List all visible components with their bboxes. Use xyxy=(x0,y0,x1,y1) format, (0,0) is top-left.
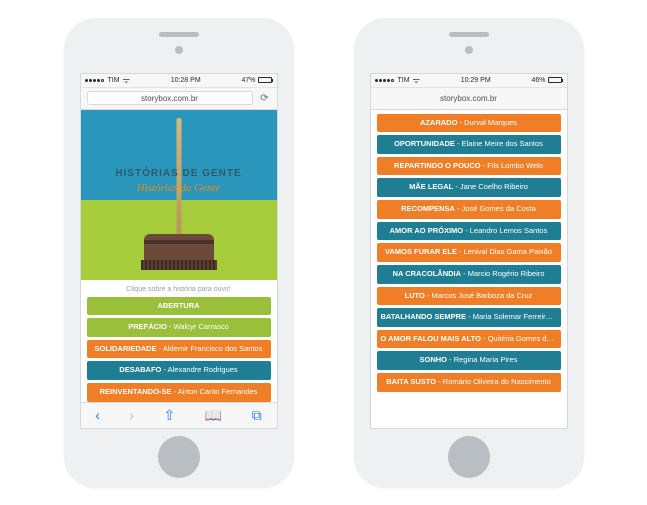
story-item[interactable]: AZARADO - Durval Marques xyxy=(377,114,561,133)
clock-label: 10:29 PM xyxy=(461,77,491,84)
battery-pct-label: 46% xyxy=(531,77,545,84)
reload-icon[interactable]: ⟳ xyxy=(259,93,271,104)
hero-illustration: HISTÓRIAS DE GENTE Histórias da Gente xyxy=(81,110,277,280)
signal-icon xyxy=(85,77,105,84)
home-button[interactable] xyxy=(448,436,490,478)
back-icon[interactable]: ‹ xyxy=(95,407,100,423)
battery-icon xyxy=(548,77,562,83)
story-item[interactable]: BATALHANDO SEMPRE - Maria Solemar Ferrei… xyxy=(377,308,561,327)
story-item[interactable]: OPORTUNIDADE - Elaine Meire dos Santos xyxy=(377,135,561,154)
page-content: HISTÓRIAS DE GENTE Histórias da Gente Cl… xyxy=(81,110,277,402)
home-button[interactable] xyxy=(158,436,200,478)
signal-icon xyxy=(375,77,395,84)
story-list: ABERTURA PREFÁCIO - Walcyr Carrasco SOLIDA… xyxy=(81,297,277,402)
screen-left: TIM ᯤ 10:28 PM 47% storybox.com.br ⟳ HIS… xyxy=(80,73,278,429)
tabs-icon[interactable]: ⧉ xyxy=(252,407,262,424)
story-item[interactable]: MÃE LEGAL - Jane Coelho Ribeiro xyxy=(377,178,561,197)
phone-right: TIM ᯤ 10:29 PM 46% storybox.com.br AZARA… xyxy=(354,18,584,488)
clock-label: 10:28 PM xyxy=(171,77,201,84)
story-item[interactable]: NA CRACOLÂNDIA - Marcio Rogério Ribeiro xyxy=(377,265,561,284)
story-item[interactable]: BAITA SUSTO - Romário Oliveira do Nascim… xyxy=(377,373,561,392)
story-item[interactable]: SOLIDARIEDADE - Aldemir Francisco dos Sa… xyxy=(87,340,271,359)
page-content: AZARADO - Durval Marques OPORTUNIDADE - E… xyxy=(371,110,567,428)
phone-left: TIM ᯤ 10:28 PM 47% storybox.com.br ⟳ HIS… xyxy=(64,18,294,488)
battery-icon xyxy=(258,77,272,83)
story-item[interactable]: O AMOR FALOU MAIS ALTO - Quitéria Gomes … xyxy=(377,330,561,349)
wifi-icon: ᯤ xyxy=(123,75,130,86)
story-item[interactable]: VAMOS FURAR ELE - Lenival Dias Gama Paix… xyxy=(377,243,561,262)
phone-camera xyxy=(465,46,473,54)
story-item[interactable]: ABERTURA xyxy=(87,297,271,316)
status-bar: TIM ᯤ 10:28 PM 47% xyxy=(81,74,277,88)
url-text: storybox.com.br xyxy=(440,94,497,103)
story-item[interactable]: DESABAFO - Alexandre Rodrigues xyxy=(87,361,271,380)
safari-tabbar: ‹ › ⇧ 📖 ⧉ xyxy=(81,402,277,428)
phone-camera xyxy=(175,46,183,54)
carrier-label: TIM xyxy=(398,77,410,84)
screen-right: TIM ᯤ 10:29 PM 46% storybox.com.br AZARA… xyxy=(370,73,568,429)
hero-title-2: Histórias da Gente xyxy=(81,182,277,194)
share-icon[interactable]: ⇧ xyxy=(164,407,176,424)
wifi-icon: ᯤ xyxy=(413,75,420,86)
phone-speaker xyxy=(159,32,199,37)
story-item[interactable]: RECOMPENSA - José Gomes da Costa xyxy=(377,200,561,219)
url-text: storybox.com.br xyxy=(141,94,198,103)
url-field[interactable]: storybox.com.br xyxy=(87,91,253,105)
bookmarks-icon[interactable]: 📖 xyxy=(205,407,222,424)
hero-title-1: HISTÓRIAS DE GENTE xyxy=(81,168,277,179)
story-list: AZARADO - Durval Marques OPORTUNIDADE - E… xyxy=(371,110,567,396)
browser-urlbar[interactable]: storybox.com.br xyxy=(371,88,567,110)
story-item[interactable]: REINVENTANDO-SE - Airton Canto Fernandes xyxy=(87,383,271,402)
browser-urlbar: storybox.com.br ⟳ xyxy=(81,88,277,110)
status-bar: TIM ᯤ 10:29 PM 46% xyxy=(371,74,567,88)
carrier-label: TIM xyxy=(108,77,120,84)
battery-pct-label: 47% xyxy=(241,77,255,84)
phone-speaker xyxy=(449,32,489,37)
story-item[interactable]: REPARTINDO O POUCO - Fils Lombo Welo xyxy=(377,157,561,176)
forward-icon[interactable]: › xyxy=(129,407,134,423)
story-item[interactable]: LUTO - Marcos José Barboza da Cruz xyxy=(377,287,561,306)
story-item[interactable]: AMOR AO PRÓXIMO - Leandro Lemos Santos xyxy=(377,222,561,241)
instruction-text: Clique sobre a história para ouvir! xyxy=(81,280,277,297)
story-item[interactable]: PREFÁCIO - Walcyr Carrasco xyxy=(87,318,271,337)
story-item[interactable]: SONHO - Regina Maria Pires xyxy=(377,351,561,370)
